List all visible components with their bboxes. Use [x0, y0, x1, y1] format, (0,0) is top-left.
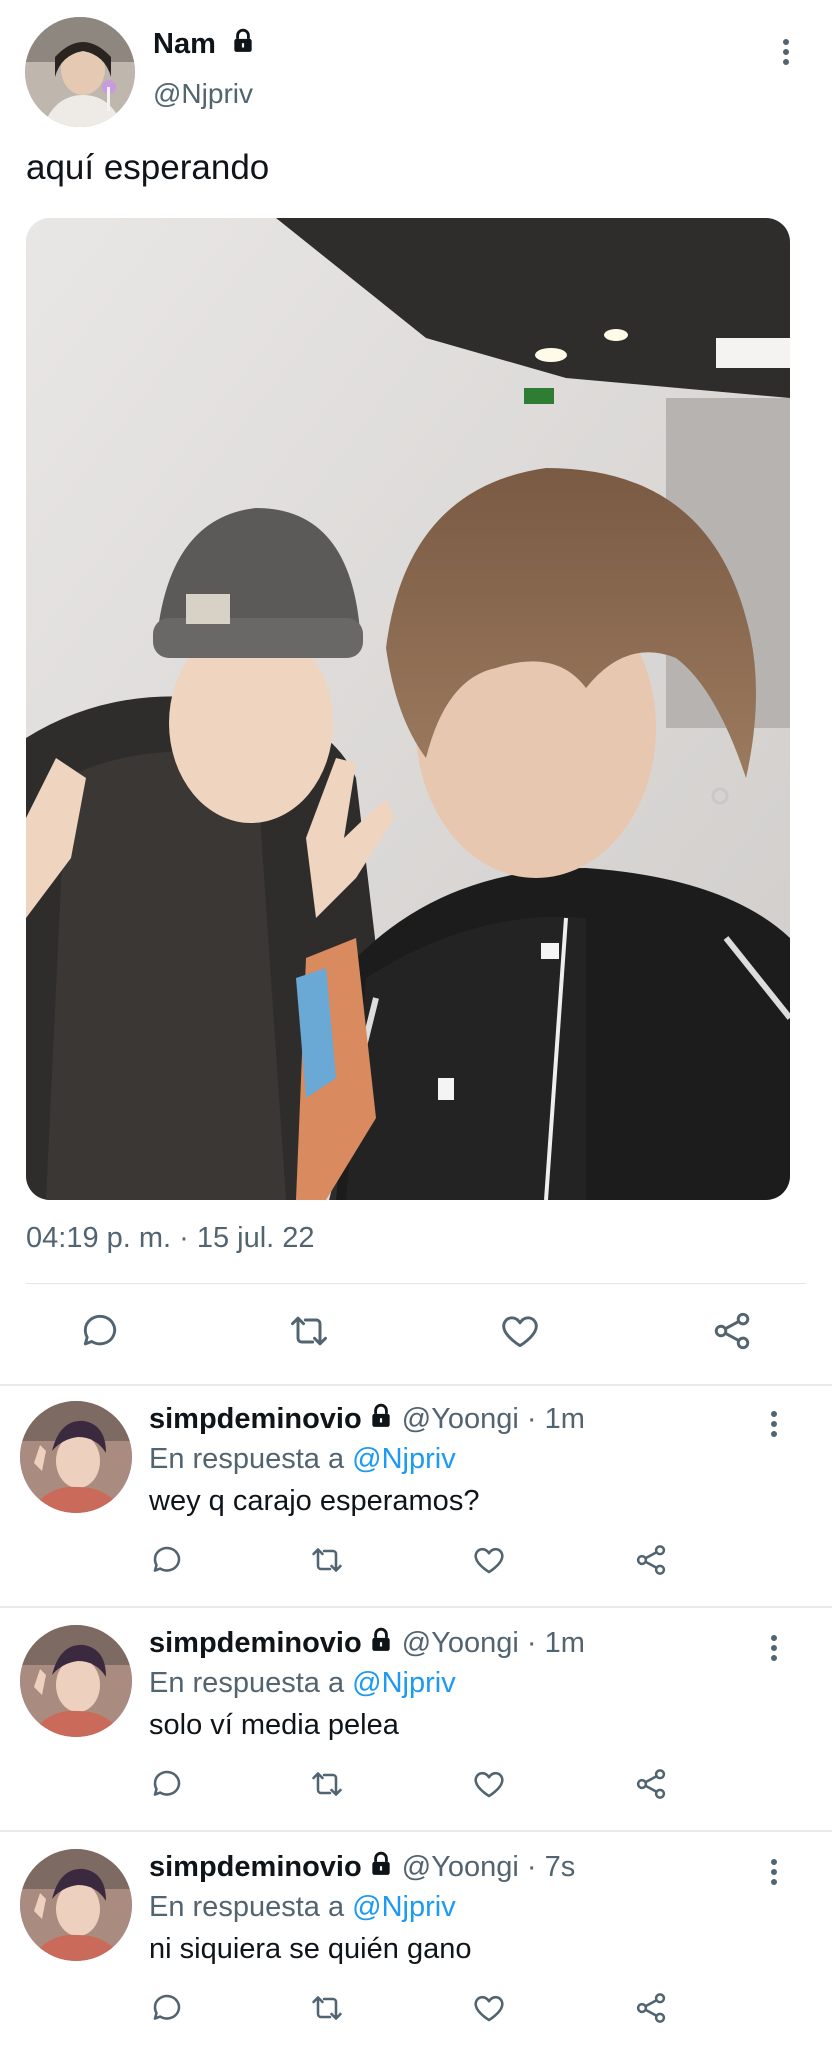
- lock-icon: [368, 1851, 394, 1885]
- reply-tweet[interactable]: simpdeminovio @Yoongi · 1m En respuesta …: [0, 1613, 832, 1837]
- reply-author-name[interactable]: simpdeminovio: [149, 1851, 362, 1883]
- heart-icon[interactable]: [498, 1309, 542, 1353]
- retweet-icon[interactable]: [309, 1990, 345, 2026]
- share-icon[interactable]: [633, 1766, 669, 1802]
- divider: [0, 1830, 832, 1832]
- reply-header: simpdeminovio @Yoongi · 1m: [149, 1627, 585, 1661]
- retweet-icon[interactable]: [309, 1542, 345, 1578]
- author-avatar[interactable]: [25, 17, 135, 127]
- replying-to: En respuesta a @Njpriv: [149, 1443, 456, 1476]
- reply-header: simpdeminovio @Yoongi · 1m: [149, 1403, 585, 1437]
- lock-icon: [368, 1403, 394, 1437]
- reply-tweet[interactable]: simpdeminovio @Yoongi · 1m En respuesta …: [0, 1389, 832, 1613]
- avatar[interactable]: [20, 1849, 132, 1961]
- reply-author-name[interactable]: simpdeminovio: [149, 1403, 362, 1435]
- more-options-icon[interactable]: [766, 1409, 782, 1439]
- heart-icon[interactable]: [471, 1990, 507, 2026]
- author-handle[interactable]: @Njpriv: [153, 78, 253, 110]
- reply-author-name[interactable]: simpdeminovio: [149, 1627, 362, 1659]
- share-icon[interactable]: [633, 1542, 669, 1578]
- divider: [0, 1384, 832, 1386]
- reply-bubble-icon[interactable]: [78, 1309, 122, 1353]
- replying-prefix: En respuesta a: [149, 1667, 345, 1699]
- replying-prefix: En respuesta a: [149, 1891, 345, 1923]
- replying-to: En respuesta a @Njpriv: [149, 1667, 456, 1700]
- reply-header: simpdeminovio @Yoongi · 7s: [149, 1851, 575, 1885]
- reply-actions: [0, 1542, 832, 1586]
- tweet-actions: [0, 1305, 832, 1365]
- more-options-icon[interactable]: [766, 1857, 782, 1887]
- reply-text: solo ví media pelea: [149, 1709, 399, 1741]
- lock-icon: [368, 1627, 394, 1661]
- mention-link[interactable]: @Njpriv: [352, 1667, 456, 1699]
- divider: [26, 1283, 806, 1284]
- reply-text: ni siquiera se quién gano: [149, 1933, 472, 1965]
- tweet-timestamp[interactable]: 04:19 p. m. · 15 jul. 22: [26, 1222, 315, 1255]
- share-icon[interactable]: [633, 1990, 669, 2026]
- author-name-text: Nam: [153, 28, 216, 60]
- heart-icon[interactable]: [471, 1542, 507, 1578]
- reply-bubble-icon[interactable]: [149, 1542, 185, 1578]
- reply-bubble-icon[interactable]: [149, 1766, 185, 1802]
- reply-handle-time[interactable]: @Yoongi · 1m: [402, 1403, 585, 1435]
- lock-icon: [230, 28, 256, 62]
- tweet-photo[interactable]: [26, 218, 790, 1200]
- reply-actions: [0, 1766, 832, 1810]
- avatar[interactable]: [20, 1625, 132, 1737]
- replying-prefix: En respuesta a: [149, 1443, 345, 1475]
- divider: [0, 1606, 832, 1608]
- reply-text: wey q carajo esperamos?: [149, 1485, 480, 1517]
- mention-link[interactable]: @Njpriv: [352, 1891, 456, 1923]
- share-icon[interactable]: [710, 1309, 754, 1353]
- avatar[interactable]: [20, 1401, 132, 1513]
- retweet-icon[interactable]: [287, 1309, 331, 1353]
- reply-tweet[interactable]: simpdeminovio @Yoongi · 7s En respuesta …: [0, 1837, 832, 2048]
- reply-bubble-icon[interactable]: [149, 1990, 185, 2026]
- retweet-icon[interactable]: [309, 1766, 345, 1802]
- reply-handle-time[interactable]: @Yoongi · 1m: [402, 1627, 585, 1659]
- reply-handle-time[interactable]: @Yoongi · 7s: [402, 1851, 575, 1883]
- author-name[interactable]: Nam: [153, 28, 256, 62]
- more-options-icon[interactable]: [766, 1633, 782, 1663]
- more-options-icon[interactable]: [778, 36, 794, 68]
- mention-link[interactable]: @Njpriv: [352, 1443, 456, 1475]
- reply-actions: [0, 1990, 832, 2034]
- tweet-text: aquí esperando: [26, 148, 270, 187]
- heart-icon[interactable]: [471, 1766, 507, 1802]
- replying-to: En respuesta a @Njpriv: [149, 1891, 456, 1924]
